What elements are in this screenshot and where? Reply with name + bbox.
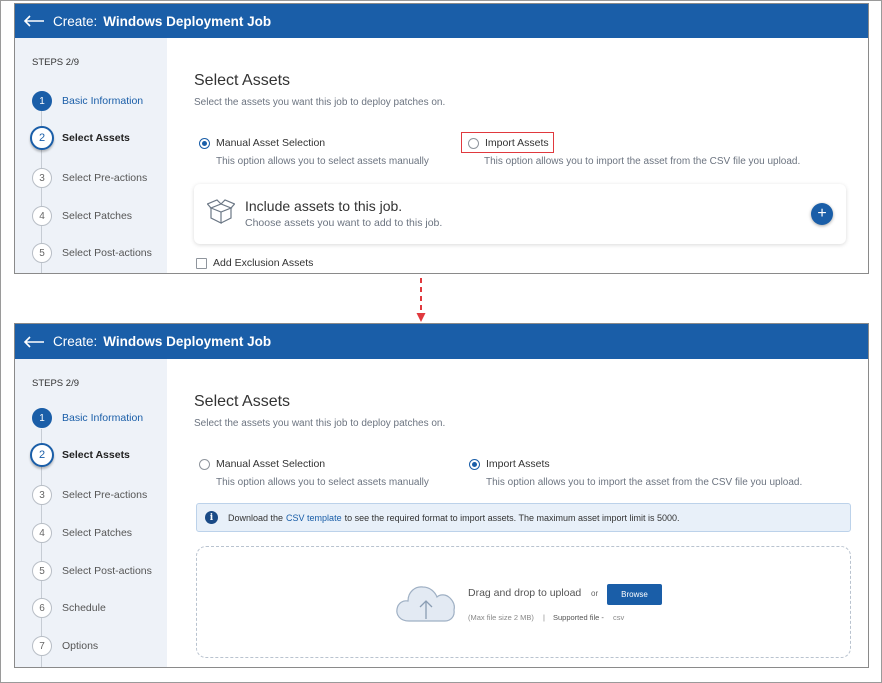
- import-assets-label: Import Assets: [485, 137, 549, 149]
- manual-asset-selection-option[interactable]: Manual Asset Selection: [199, 458, 325, 470]
- exclusion-label: Add Exclusion Assets: [213, 257, 314, 269]
- step-options[interactable]: 7 Options: [32, 634, 98, 658]
- step-label: Schedule: [62, 602, 106, 614]
- import-assets-description: This option allows you to import the ass…: [484, 156, 801, 167]
- max-file-size-text: (Max file size 2 MB): [468, 613, 534, 622]
- include-assets-subtitle: Choose assets you want to add to this jo…: [245, 217, 443, 229]
- step-label: Basic Information: [62, 95, 144, 107]
- steps-sidebar: STEPS 2/9 1 Basic Information 2 Select A…: [15, 38, 167, 273]
- screenshot-before: Create: Windows Deployment Job STEPS 2/9…: [14, 3, 869, 274]
- step-select-patches[interactable]: 4 Select Patches: [32, 521, 132, 545]
- step-label: Select Assets: [62, 449, 130, 461]
- manual-asset-description: This option allows you to select assets …: [216, 477, 429, 488]
- manual-asset-description: This option allows you to select assets …: [216, 156, 429, 167]
- section-title: Select Assets: [194, 393, 291, 410]
- transition-arrow-icon: [416, 278, 426, 322]
- step-number: 4: [32, 523, 52, 543]
- step-select-post-actions[interactable]: 5 Select Post-actions: [32, 559, 152, 583]
- step-label: Select Patches: [62, 527, 133, 539]
- section-subtitle: Select the assets you want this job to d…: [194, 418, 446, 429]
- step-label: Select Assets: [62, 132, 130, 144]
- section-title: Select Assets: [194, 72, 291, 89]
- csv-template-link[interactable]: CSV template: [286, 513, 342, 523]
- include-assets-title: Include assets to this job.: [245, 198, 403, 214]
- step-label: Options: [62, 640, 99, 652]
- header-prefix: Create:: [53, 13, 98, 29]
- step-label: Select Post-actions: [62, 565, 152, 577]
- step-number: 3: [32, 485, 52, 505]
- file-drop-zone[interactable]: Drag and drop to upload or Browse (Max f…: [196, 546, 851, 658]
- or-text: or: [591, 589, 599, 598]
- cloud-upload-icon: [396, 586, 455, 622]
- steps-counter: STEPS 2/9: [32, 378, 79, 389]
- step-number: 3: [32, 168, 52, 188]
- supported-file-value: csv: [613, 613, 625, 622]
- step-basic-information[interactable]: 1 Basic Information: [32, 89, 143, 113]
- step-number: 7: [32, 636, 52, 656]
- exclusion-checkbox[interactable]: [196, 257, 207, 269]
- step-number: 2: [30, 126, 54, 150]
- header-bar: Create: Windows Deployment Job: [15, 4, 868, 38]
- step-number: 5: [32, 561, 52, 581]
- step-number: 4: [32, 206, 52, 226]
- screenshot-after: Create: Windows Deployment Job STEPS 2/9…: [14, 323, 869, 668]
- info-suffix: to see the required format to import ass…: [344, 512, 680, 523]
- page-title: Windows Deployment Job: [103, 13, 272, 29]
- step-select-post-actions[interactable]: 5 Select Post-actions: [32, 241, 152, 265]
- info-prefix: Download the: [228, 512, 284, 523]
- manual-asset-selection-option[interactable]: Manual Asset Selection: [199, 137, 325, 149]
- step-label: Select Patches: [62, 210, 133, 222]
- header-prefix: Create:: [53, 334, 98, 349]
- manual-asset-radio[interactable]: [199, 458, 210, 470]
- main-content: Select Assets Select the assets you want…: [167, 359, 868, 667]
- import-assets-label: Import Assets: [486, 458, 550, 470]
- back-arrow-icon[interactable]: [23, 335, 45, 349]
- step-select-patches[interactable]: 4 Select Patches: [32, 204, 132, 228]
- step-schedule[interactable]: 6 Schedule: [32, 596, 106, 620]
- add-exclusion-assets-option[interactable]: Add Exclusion Assets: [196, 257, 313, 269]
- box-icon: [207, 199, 235, 224]
- step-label: Select Post-actions: [62, 247, 152, 259]
- step-label: Basic Information: [62, 412, 144, 424]
- import-assets-radio[interactable]: [468, 137, 479, 149]
- header-bar: Create: Windows Deployment Job: [15, 324, 868, 359]
- section-subtitle: Select the assets you want this job to d…: [194, 97, 446, 108]
- supported-file-label: Supported file -: [553, 613, 604, 622]
- manual-asset-radio[interactable]: [199, 137, 210, 149]
- back-arrow-icon[interactable]: [23, 14, 45, 28]
- main-content: Select Assets Select the assets you want…: [167, 38, 868, 273]
- step-select-assets[interactable]: 2 Select Assets: [30, 126, 130, 150]
- step-number: 6: [32, 598, 52, 618]
- browse-button[interactable]: Browse: [607, 584, 662, 605]
- step-number: 5: [32, 243, 52, 263]
- step-number: 2: [30, 443, 54, 467]
- steps-sidebar: STEPS 2/9 1 Basic Information 2 Select A…: [15, 359, 167, 667]
- step-number: 1: [32, 408, 52, 428]
- manual-asset-label: Manual Asset Selection: [216, 458, 326, 470]
- step-select-assets[interactable]: 2 Select Assets: [30, 443, 130, 467]
- step-select-pre-actions[interactable]: 3 Select Pre-actions: [32, 166, 147, 190]
- import-assets-option[interactable]: Import Assets: [468, 137, 549, 149]
- step-basic-information[interactable]: 1 Basic Information: [32, 406, 143, 430]
- step-number: 1: [32, 91, 52, 111]
- info-icon: i: [205, 511, 218, 524]
- step-label: Select Pre-actions: [62, 172, 148, 184]
- import-assets-option[interactable]: Import Assets: [469, 458, 550, 470]
- page-title: Windows Deployment Job: [103, 334, 272, 349]
- add-assets-button[interactable]: +: [811, 203, 833, 225]
- separator: |: [543, 613, 545, 622]
- import-assets-description: This option allows you to import the ass…: [486, 477, 803, 488]
- manual-asset-label: Manual Asset Selection: [216, 137, 326, 149]
- step-label: Select Pre-actions: [62, 489, 148, 501]
- drag-drop-text: Drag and drop to upload: [468, 587, 582, 599]
- csv-info-banner: i Download the CSV template to see the r…: [196, 503, 851, 532]
- steps-counter: STEPS 2/9: [32, 57, 79, 68]
- include-assets-card: Include assets to this job. Choose asset…: [194, 184, 846, 244]
- step-select-pre-actions[interactable]: 3 Select Pre-actions: [32, 483, 147, 507]
- import-assets-radio[interactable]: [469, 458, 480, 470]
